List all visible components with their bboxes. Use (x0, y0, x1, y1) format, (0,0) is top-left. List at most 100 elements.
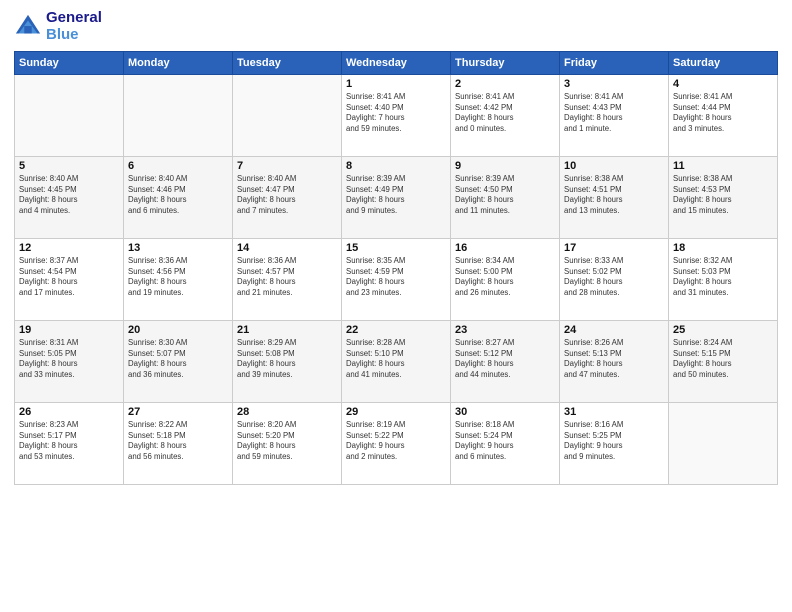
day-number: 6 (128, 160, 228, 172)
calendar-cell: 21 Sunrise: 8:29 AM Sunset: 5:08 PM Dayli… (233, 321, 342, 403)
day-number: 4 (673, 78, 773, 90)
day-info: Sunrise: 8:22 AM Sunset: 5:18 PM Dayligh… (128, 420, 228, 462)
day-info: Sunrise: 8:16 AM Sunset: 5:25 PM Dayligh… (564, 420, 664, 462)
calendar-week-row: 19 Sunrise: 8:31 AM Sunset: 5:05 PM Dayli… (15, 321, 778, 403)
day-info: Sunrise: 8:39 AM Sunset: 4:49 PM Dayligh… (346, 174, 446, 216)
weekday-header: Saturday (669, 52, 778, 75)
day-info: Sunrise: 8:36 AM Sunset: 4:56 PM Dayligh… (128, 256, 228, 298)
day-info: Sunrise: 8:35 AM Sunset: 4:59 PM Dayligh… (346, 256, 446, 298)
logo-text: General Blue (46, 10, 102, 43)
day-number: 9 (455, 160, 555, 172)
day-info: Sunrise: 8:41 AM Sunset: 4:40 PM Dayligh… (346, 92, 446, 134)
day-number: 27 (128, 406, 228, 418)
calendar-cell: 14Sunrise: 8:36 AM Sunset: 4:57 PM Dayli… (233, 239, 342, 321)
weekday-header: Thursday (451, 52, 560, 75)
day-number: 5 (19, 160, 119, 172)
day-number: 12 (19, 242, 119, 254)
calendar-cell: 25Sunrise: 8:24 AM Sunset: 5:15 PM Dayli… (669, 321, 778, 403)
calendar-cell: 24 Sunrise: 8:26 AM Sunset: 5:13 PM Dayli… (560, 321, 669, 403)
weekday-header: Monday (124, 52, 233, 75)
day-number: 18 (673, 242, 773, 254)
calendar-cell: 30Sunrise: 8:18 AM Sunset: 5:24 PM Dayli… (451, 403, 560, 485)
day-number: 28 (237, 406, 337, 418)
logo-icon (14, 13, 42, 41)
calendar-cell: 12 Sunrise: 8:37 AM Sunset: 4:54 PM Dayli… (15, 239, 124, 321)
day-number: 3 (564, 78, 664, 90)
day-info: Sunrise: 8:31 AM Sunset: 5:05 PM Dayligh… (19, 338, 119, 380)
calendar-cell: 15 Sunrise: 8:35 AM Sunset: 4:59 PM Dayli… (342, 239, 451, 321)
day-number: 31 (564, 406, 664, 418)
calendar-cell: 20 Sunrise: 8:30 AM Sunset: 5:07 PM Dayli… (124, 321, 233, 403)
day-info: Sunrise: 8:36 AM Sunset: 4:57 PM Dayligh… (237, 256, 337, 298)
day-number: 15 (346, 242, 446, 254)
calendar-cell: 31 Sunrise: 8:16 AM Sunset: 5:25 PM Dayli… (560, 403, 669, 485)
day-info: Sunrise: 8:30 AM Sunset: 5:07 PM Dayligh… (128, 338, 228, 380)
calendar-cell: 17 Sunrise: 8:33 AM Sunset: 5:02 PM Dayli… (560, 239, 669, 321)
calendar-cell: 19 Sunrise: 8:31 AM Sunset: 5:05 PM Dayli… (15, 321, 124, 403)
calendar-cell: 29 Sunrise: 8:19 AM Sunset: 5:22 PM Dayli… (342, 403, 451, 485)
calendar-cell: 5Sunrise: 8:40 AM Sunset: 4:45 PM Daylig… (15, 157, 124, 239)
calendar-cell: 8 Sunrise: 8:39 AM Sunset: 4:49 PM Daylig… (342, 157, 451, 239)
calendar-cell: 9 Sunrise: 8:39 AM Sunset: 4:50 PM Daylig… (451, 157, 560, 239)
day-info: Sunrise: 8:41 AM Sunset: 4:42 PM Dayligh… (455, 92, 555, 134)
day-number: 13 (128, 242, 228, 254)
day-info: Sunrise: 8:41 AM Sunset: 4:44 PM Dayligh… (673, 92, 773, 134)
day-number: 19 (19, 324, 119, 336)
weekday-header: Friday (560, 52, 669, 75)
weekday-header: Wednesday (342, 52, 451, 75)
day-info: Sunrise: 8:20 AM Sunset: 5:20 PM Dayligh… (237, 420, 337, 462)
calendar-week-row: 5Sunrise: 8:40 AM Sunset: 4:45 PM Daylig… (15, 157, 778, 239)
header: General Blue (14, 10, 778, 43)
calendar-cell: 16Sunrise: 8:34 AM Sunset: 5:00 PM Dayli… (451, 239, 560, 321)
day-info: Sunrise: 8:38 AM Sunset: 4:51 PM Dayligh… (564, 174, 664, 216)
day-number: 29 (346, 406, 446, 418)
weekday-header: Sunday (15, 52, 124, 75)
day-number: 17 (564, 242, 664, 254)
day-info: Sunrise: 8:26 AM Sunset: 5:13 PM Dayligh… (564, 338, 664, 380)
day-number: 7 (237, 160, 337, 172)
calendar-cell: 4 Sunrise: 8:41 AM Sunset: 4:44 PM Daylig… (669, 75, 778, 157)
day-info: Sunrise: 8:18 AM Sunset: 5:24 PM Dayligh… (455, 420, 555, 462)
day-number: 20 (128, 324, 228, 336)
day-number: 11 (673, 160, 773, 172)
calendar-week-row: 1 Sunrise: 8:41 AM Sunset: 4:40 PM Daylig… (15, 75, 778, 157)
day-number: 22 (346, 324, 446, 336)
calendar-cell: 23Sunrise: 8:27 AM Sunset: 5:12 PM Dayli… (451, 321, 560, 403)
day-info: Sunrise: 8:34 AM Sunset: 5:00 PM Dayligh… (455, 256, 555, 298)
calendar-cell: 27 Sunrise: 8:22 AM Sunset: 5:18 PM Dayli… (124, 403, 233, 485)
calendar-cell: 22 Sunrise: 8:28 AM Sunset: 5:10 PM Dayli… (342, 321, 451, 403)
calendar-cell: 28 Sunrise: 8:20 AM Sunset: 5:20 PM Dayli… (233, 403, 342, 485)
day-info: Sunrise: 8:32 AM Sunset: 5:03 PM Dayligh… (673, 256, 773, 298)
calendar-cell: 18 Sunrise: 8:32 AM Sunset: 5:03 PM Dayli… (669, 239, 778, 321)
calendar-cell: 1 Sunrise: 8:41 AM Sunset: 4:40 PM Daylig… (342, 75, 451, 157)
calendar-week-row: 12 Sunrise: 8:37 AM Sunset: 4:54 PM Dayli… (15, 239, 778, 321)
day-info: Sunrise: 8:27 AM Sunset: 5:12 PM Dayligh… (455, 338, 555, 380)
calendar-week-row: 26Sunrise: 8:23 AM Sunset: 5:17 PM Dayli… (15, 403, 778, 485)
day-number: 8 (346, 160, 446, 172)
day-info: Sunrise: 8:33 AM Sunset: 5:02 PM Dayligh… (564, 256, 664, 298)
calendar-cell: 13 Sunrise: 8:36 AM Sunset: 4:56 PM Dayli… (124, 239, 233, 321)
day-info: Sunrise: 8:19 AM Sunset: 5:22 PM Dayligh… (346, 420, 446, 462)
day-number: 1 (346, 78, 446, 90)
calendar-cell: 6 Sunrise: 8:40 AM Sunset: 4:46 PM Daylig… (124, 157, 233, 239)
day-number: 2 (455, 78, 555, 90)
calendar-cell: 3Sunrise: 8:41 AM Sunset: 4:43 PM Daylig… (560, 75, 669, 157)
calendar-cell (124, 75, 233, 157)
day-info: Sunrise: 8:29 AM Sunset: 5:08 PM Dayligh… (237, 338, 337, 380)
calendar-cell: 11Sunrise: 8:38 AM Sunset: 4:53 PM Dayli… (669, 157, 778, 239)
day-info: Sunrise: 8:23 AM Sunset: 5:17 PM Dayligh… (19, 420, 119, 462)
day-info: Sunrise: 8:37 AM Sunset: 4:54 PM Dayligh… (19, 256, 119, 298)
calendar-header-row: SundayMondayTuesdayWednesdayThursdayFrid… (15, 52, 778, 75)
calendar-cell (669, 403, 778, 485)
day-info: Sunrise: 8:40 AM Sunset: 4:46 PM Dayligh… (128, 174, 228, 216)
day-number: 21 (237, 324, 337, 336)
day-info: Sunrise: 8:39 AM Sunset: 4:50 PM Dayligh… (455, 174, 555, 216)
calendar: SundayMondayTuesdayWednesdayThursdayFrid… (14, 51, 778, 485)
day-info: Sunrise: 8:24 AM Sunset: 5:15 PM Dayligh… (673, 338, 773, 380)
calendar-cell (15, 75, 124, 157)
calendar-cell: 10Sunrise: 8:38 AM Sunset: 4:51 PM Dayli… (560, 157, 669, 239)
day-number: 24 (564, 324, 664, 336)
calendar-cell (233, 75, 342, 157)
day-info: Sunrise: 8:28 AM Sunset: 5:10 PM Dayligh… (346, 338, 446, 380)
calendar-cell: 26Sunrise: 8:23 AM Sunset: 5:17 PM Dayli… (15, 403, 124, 485)
